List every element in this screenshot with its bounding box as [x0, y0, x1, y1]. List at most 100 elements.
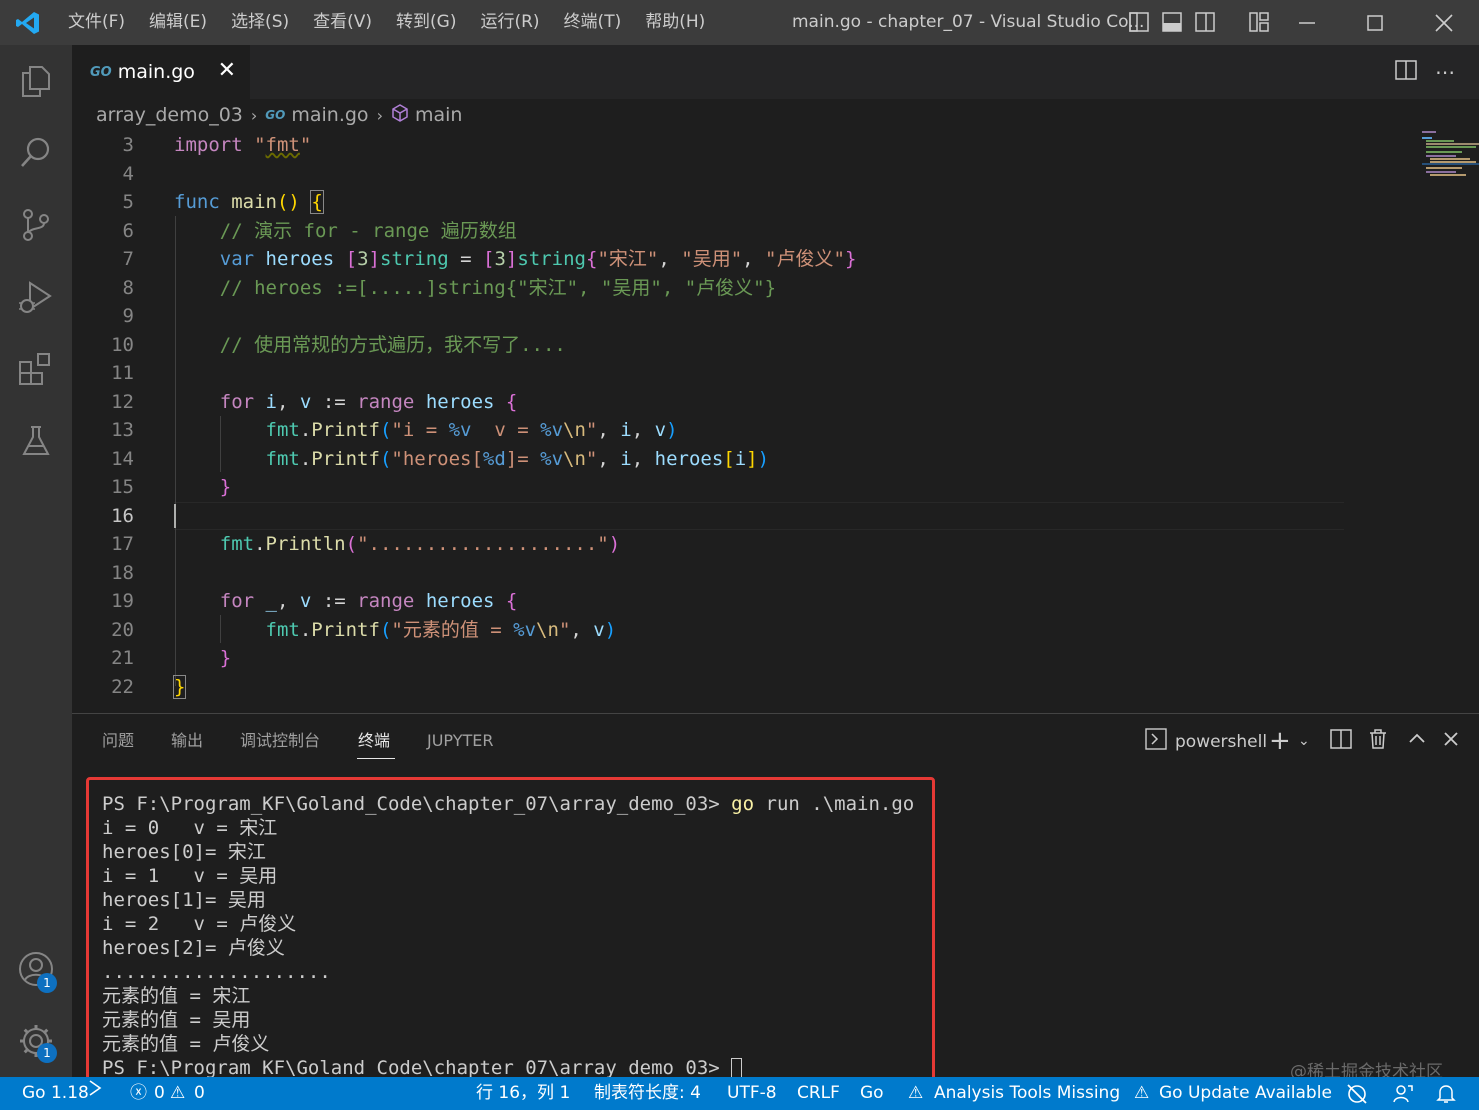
tab-main-go[interactable]: GO main.go ✕	[72, 45, 250, 99]
tab-jupyter[interactable]: JUPYTER	[427, 714, 494, 768]
toggle-primary-sidebar-icon[interactable]	[1128, 11, 1150, 33]
toggle-panel-icon[interactable]	[1161, 11, 1183, 33]
tab-label: main.go	[117, 61, 195, 83]
notifications-bell-icon[interactable]	[1436, 1083, 1456, 1110]
new-terminal-icon[interactable]: +	[1269, 728, 1291, 754]
split-editor-icon[interactable]	[1393, 59, 1419, 85]
toggle-secondary-sidebar-icon[interactable]	[1194, 11, 1216, 33]
go-env-icon	[87, 1077, 103, 1110]
vscode-logo-icon	[0, 0, 56, 45]
status-language[interactable]: Go	[860, 1077, 884, 1110]
warning-icon[interactable]: ⚠	[170, 1077, 185, 1110]
code-line: 17 fmt.Println("....................")	[111, 533, 621, 555]
close-window-button[interactable]	[1410, 0, 1478, 45]
extensions-icon[interactable]	[0, 333, 72, 405]
menu-go[interactable]: 转到(G)	[384, 0, 468, 45]
terminal-line: 元素的值 = 吴用	[102, 1009, 251, 1031]
split-terminal-icon[interactable]	[1330, 728, 1352, 756]
explorer-icon[interactable]	[0, 45, 72, 117]
panel-tab-bar: 问题 输出 调试控制台 终端 JUPYTER powershell + ⌄	[72, 714, 1479, 768]
run-debug-icon[interactable]	[0, 261, 72, 333]
tab-close-icon[interactable]: ✕	[218, 59, 236, 83]
breadcrumb-folder[interactable]: array_demo_03	[96, 104, 243, 126]
menu-edit[interactable]: 编辑(E)	[137, 0, 219, 45]
trash-icon[interactable]	[1368, 728, 1388, 756]
tab-debug-console[interactable]: 调试控制台	[240, 714, 320, 768]
menu-terminal[interactable]: 终端(T)	[552, 0, 634, 45]
menu-file[interactable]: 文件(F)	[56, 0, 137, 45]
terminal-line: heroes[1]= 吴用	[102, 889, 266, 911]
manage-gear-icon[interactable]: 1	[0, 1005, 72, 1077]
minimap[interactable]	[1422, 131, 1479, 713]
tab-problems[interactable]: 问题	[102, 714, 134, 768]
go-file-icon: GO	[90, 64, 112, 80]
terminal-prompt: PS F:\Program_KF\Goland_Code\chapter_07\…	[102, 793, 720, 815]
terminal-shell-label[interactable]: powershell	[1175, 728, 1267, 756]
terminal-line: i = 2 v = 卢俊义	[102, 913, 297, 935]
terminal-line: ....................	[102, 961, 331, 983]
search-icon[interactable]	[0, 117, 72, 189]
terminal-line: i = 1 v = 吴用	[102, 865, 278, 887]
status-bar: Go 1.18 ⓧ 0 ⚠ 0 行 16，列 1 制表符长度: 4 UTF-8 …	[0, 1077, 1479, 1110]
status-errors[interactable]: 0	[154, 1077, 165, 1110]
terminal-line: 元素的值 = 宋江	[102, 985, 251, 1007]
menu-selection[interactable]: 选择(S)	[219, 0, 301, 45]
more-actions-icon[interactable]: ⋯	[1432, 59, 1458, 85]
code-line: 18	[111, 561, 134, 584]
settings-badge: 1	[37, 1043, 57, 1063]
code-line: 19 for _, v := range heroes {	[111, 590, 518, 612]
terminal-line: 元素的值 = 卢俊义	[102, 1033, 270, 1055]
status-warnings[interactable]: 0	[194, 1077, 205, 1110]
active-tab-underline	[357, 758, 395, 759]
maximize-panel-icon[interactable]	[1408, 728, 1426, 754]
terminal-line: heroes[0]= 宋江	[102, 841, 266, 863]
tab-terminal[interactable]: 终端	[358, 714, 390, 768]
error-icon[interactable]: ⓧ	[130, 1077, 147, 1110]
code-line: 4	[122, 162, 134, 185]
menu-view[interactable]: 查看(V)	[301, 0, 384, 45]
status-go-version[interactable]: Go 1.18	[22, 1077, 89, 1110]
activity-bar: 1 1	[0, 45, 72, 1077]
maximize-button[interactable]	[1341, 0, 1409, 45]
breadcrumb-file[interactable]: main.go	[291, 104, 368, 126]
status-indent[interactable]: 制表符长度: 4	[594, 1077, 701, 1110]
status-eol[interactable]: CRLF	[797, 1077, 840, 1110]
code-line: 21 }	[111, 647, 232, 669]
code-line: 20 fmt.Printf("元素的值 = %v\n", v)	[111, 618, 617, 641]
warning-icon: ⚠	[1134, 1083, 1150, 1103]
code-line: 9	[122, 305, 134, 327]
code-line: 14 fmt.Printf("heroes[%d]= %v\n", i, her…	[111, 447, 770, 470]
menu-run[interactable]: 运行(R)	[468, 0, 551, 45]
status-cursor-position[interactable]: 行 16，列 1	[476, 1077, 570, 1110]
tab-output[interactable]: 输出	[171, 714, 203, 768]
menu-help[interactable]: 帮助(H)	[633, 0, 717, 45]
terminal-command: run .\main.go	[754, 793, 915, 815]
code-line: 11	[111, 362, 134, 384]
testing-flask-icon[interactable]	[0, 405, 72, 477]
text-cursor	[174, 504, 176, 528]
chevron-down-icon[interactable]: ⌄	[1298, 728, 1310, 754]
accounts-badge: 1	[37, 973, 57, 993]
terminal-output[interactable]: PS F:\Program_KF\Goland_Code\chapter_07\…	[102, 792, 914, 1080]
terminal-cursor	[731, 1058, 743, 1079]
code-line: 6 // 演示 for - range 遍历数组	[122, 219, 517, 242]
source-control-icon[interactable]	[0, 189, 72, 261]
breadcrumb-symbol[interactable]: main	[415, 104, 462, 126]
code-line: 13 fmt.Printf("i = %v v = %v\n", i, v)	[111, 419, 678, 441]
status-go-update[interactable]: Go Update Available	[1159, 1077, 1332, 1110]
status-encoding[interactable]: UTF-8	[727, 1077, 777, 1110]
title-bar: 文件(F) 编辑(E) 选择(S) 查看(V) 转到(G) 运行(R) 终端(T…	[0, 0, 1479, 45]
no-sync-icon[interactable]	[1346, 1083, 1368, 1110]
status-analysis-tools[interactable]: Analysis Tools Missing	[934, 1077, 1120, 1110]
code-line: 5 func main() {	[122, 190, 324, 214]
feedback-icon[interactable]	[1392, 1083, 1414, 1110]
terminal-command-word: go	[731, 793, 755, 815]
code-editor[interactable]: 3 import "fmt" 4 5 func main() { 6 // 演示 f…	[72, 131, 1479, 713]
code-line: 10 // 使用常规的方式遍历，我不写了....	[111, 333, 566, 356]
customize-layout-icon[interactable]	[1248, 11, 1270, 33]
terminal-shell-icon	[1145, 728, 1167, 756]
accounts-icon[interactable]: 1	[0, 933, 72, 1005]
code-line: 8 // heroes :=[.....]string{"宋江", "吴用", …	[122, 276, 777, 299]
minimize-button[interactable]	[1273, 0, 1341, 45]
close-panel-icon[interactable]	[1442, 728, 1460, 754]
